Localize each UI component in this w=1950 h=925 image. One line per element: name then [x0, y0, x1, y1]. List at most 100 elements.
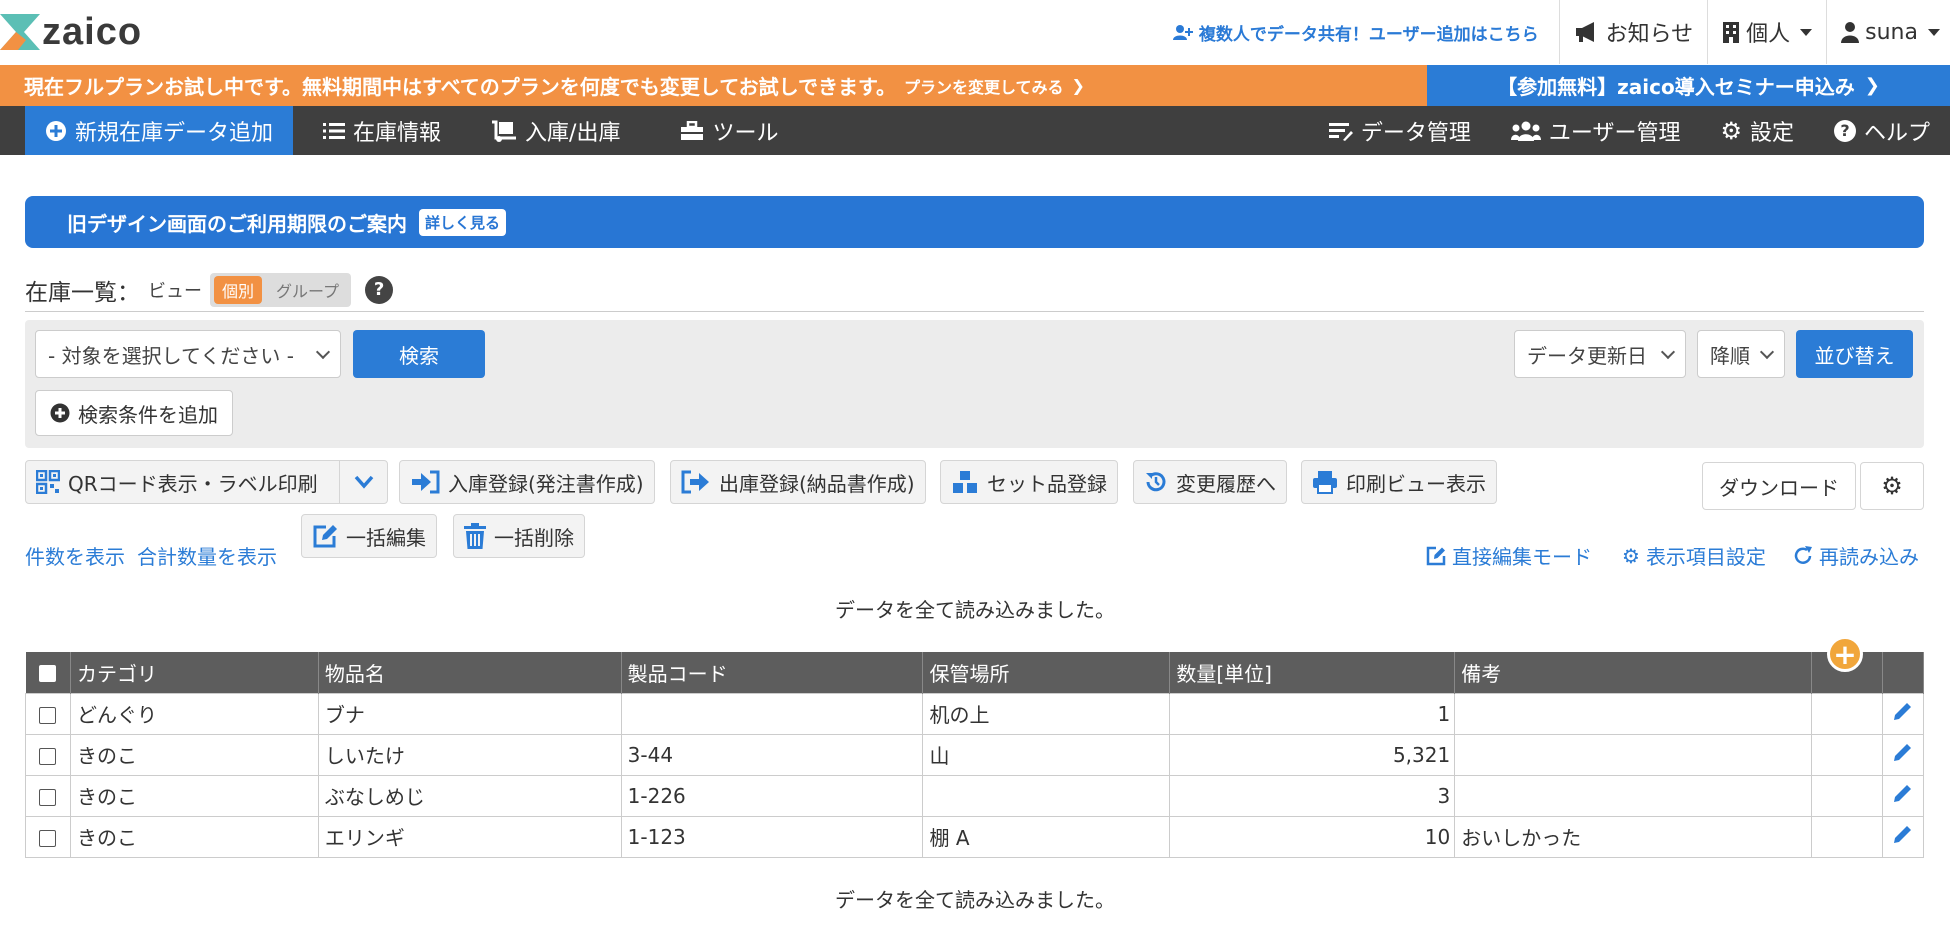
list-icon — [323, 122, 346, 139]
chevron-right-icon: ❯ — [1071, 76, 1085, 95]
view-toggle-individual[interactable]: 個別 — [214, 275, 263, 304]
bulk-delete-button[interactable]: 一括削除 — [453, 514, 585, 558]
data-edit-icon — [1328, 122, 1353, 141]
sort-field-select[interactable]: データ更新日 — [1514, 330, 1686, 378]
show-count-link[interactable]: 件数を表示 — [25, 541, 125, 570]
bulk-edit-button[interactable]: 一括編集 — [301, 514, 437, 558]
sign-in-icon — [412, 470, 440, 494]
notice-detail-button[interactable]: 詳しく見る — [419, 208, 507, 236]
search-panel: - 対象を選択してください - 検索 検索条件を追加 データ更新日 降順 並び替… — [25, 320, 1924, 448]
outbound-register-button[interactable]: 出庫登録(納品書作成) — [670, 460, 926, 504]
inventory-list-header: 在庫一覧： ビュー 個別 グループ ? — [25, 268, 1924, 312]
account-type-menu[interactable]: 個人 — [1707, 0, 1826, 64]
column-header-edit — [1882, 652, 1925, 693]
nav-inout[interactable]: 入庫/出庫 — [471, 106, 640, 155]
cell-empty — [1811, 733, 1883, 776]
history-label: 変更履歴へ — [1176, 471, 1276, 496]
direct-edit-mode-link[interactable]: 直接編集モード — [1426, 541, 1592, 570]
edit-icon — [313, 525, 337, 548]
seminar-banner[interactable]: 【参加無料】zaico導入セミナー申込み ❯ — [1427, 65, 1950, 106]
change-plan-link[interactable]: プランを変更してみる — [904, 74, 1064, 98]
row-checkbox[interactable] — [39, 829, 57, 847]
column-header[interactable]: 数量[単位] — [1169, 652, 1456, 693]
set-item-register-button[interactable]: セット品登録 — [940, 460, 1118, 504]
column-header[interactable]: カテゴリ — [70, 652, 319, 693]
table-row[interactable]: きのこ ぶなしめじ 1-226 3 — [25, 774, 1925, 817]
print-view-button[interactable]: 印刷ビュー表示 — [1301, 460, 1497, 504]
search-target-select[interactable]: - 対象を選択してください - — [35, 330, 341, 378]
add-user-icon — [1172, 25, 1193, 40]
view-label: ビュー — [148, 280, 202, 302]
column-header[interactable]: 備考 — [1454, 652, 1812, 693]
chevron-down-icon — [1759, 344, 1775, 359]
add-column-icon[interactable]: + — [1827, 636, 1863, 672]
nav-add-new[interactable]: 新規在庫データ追加 — [25, 106, 294, 155]
row-edit-button[interactable] — [1881, 733, 1925, 776]
sort-button[interactable]: 並び替え — [1796, 330, 1913, 378]
megaphone-icon — [1575, 22, 1594, 42]
add-user-link-label: 複数人でデータ共有！ユーザー追加はこちら — [1198, 24, 1539, 45]
notice-menu[interactable]: お知らせ — [1558, 0, 1708, 64]
trial-banner[interactable]: 現在フルプランお試し中です。無料期間中はすべてのプランを何度でも変更してお試しで… — [0, 65, 1427, 106]
legacy-design-notice: 旧デザイン画面のご利用期限のご案内 詳しく見る — [25, 196, 1924, 248]
row-edit-button[interactable] — [1881, 815, 1925, 858]
show-count-label: 件数を表示 — [25, 545, 125, 569]
bulk-delete-label: 一括削除 — [494, 525, 574, 550]
column-header[interactable]: 保管場所 — [922, 652, 1171, 693]
column-header[interactable]: 製品コード — [621, 652, 924, 693]
cell-quantity: 3 — [1169, 774, 1456, 817]
chevron-right-icon: ❯ — [1864, 75, 1880, 96]
qr-label-print-button[interactable]: QRコード表示・ラベル印刷 — [25, 460, 388, 504]
inventory-table: カテゴリ 物品名 製品コード 保管場所 数量[単位] 備考 どんぐり ブナ 机の… — [25, 652, 1925, 858]
table-row[interactable]: きのこ しいたけ 3-44 山 5,321 — [25, 733, 1925, 776]
show-total-label: 合計数量を表示 — [137, 545, 277, 569]
display-settings-link[interactable]: ⚙ 表示項目設定 — [1622, 541, 1766, 570]
table-header-row: カテゴリ 物品名 製品コード 保管場所 数量[単位] 備考 — [25, 652, 1925, 693]
row-checkbox[interactable] — [39, 706, 57, 724]
qr-dropdown-toggle[interactable] — [339, 461, 387, 503]
user-menu[interactable]: suna — [1826, 0, 1950, 64]
table-row[interactable]: きのこ エリンギ 1-123 棚 A 10 おいしかった — [25, 815, 1925, 858]
gear-icon: ⚙ — [1881, 472, 1903, 500]
cell-location: 山 — [922, 733, 1171, 776]
zaico-logo[interactable]: zaico — [0, 10, 142, 54]
row-checkbox[interactable] — [39, 788, 57, 806]
table-row[interactable]: どんぐり ブナ 机の上 1 — [25, 692, 1925, 735]
add-condition-label: 検索条件を追加 — [78, 402, 218, 427]
seminar-text: 【参加無料】zaico導入セミナー申込み — [1497, 75, 1855, 99]
qrcode-icon — [36, 470, 60, 494]
display-settings-label: 表示項目設定 — [1645, 545, 1766, 569]
row-edit-button[interactable] — [1881, 692, 1925, 735]
row-checkbox[interactable] — [39, 747, 57, 765]
top-header: zaico 複数人でデータ共有！ユーザー追加はこちら お知らせ 個人 suna — [0, 0, 1950, 64]
inbound-register-button[interactable]: 入庫登録(発注書作成) — [399, 460, 655, 504]
nav-help[interactable]: ? ヘルプ — [1814, 106, 1950, 155]
column-header[interactable]: 物品名 — [318, 652, 622, 693]
view-toggle-group[interactable]: グループ — [268, 276, 347, 304]
download-button[interactable]: ダウンロード — [1702, 462, 1856, 510]
chevron-down-icon — [1928, 28, 1940, 36]
history-button[interactable]: 変更履歴へ — [1133, 460, 1287, 504]
nav-settings[interactable]: ⚙ 設定 — [1700, 106, 1814, 155]
cell-category: きのこ — [69, 774, 319, 817]
download-label: ダウンロード — [1719, 475, 1839, 500]
add-condition-button[interactable]: 検索条件を追加 — [35, 390, 233, 436]
nav-data-management[interactable]: データ管理 — [1309, 106, 1491, 155]
select-all-checkbox[interactable] — [39, 665, 57, 683]
plus-circle-icon — [46, 120, 66, 141]
help-icon[interactable]: ? — [365, 275, 394, 304]
search-button[interactable]: 検索 — [353, 330, 485, 378]
row-edit-button[interactable] — [1881, 774, 1925, 817]
add-user-link[interactable]: 複数人でデータ共有！ユーザー追加はこちら — [1172, 20, 1559, 45]
cell-category: きのこ — [69, 815, 319, 858]
show-total-link[interactable]: 合計数量を表示 — [137, 541, 277, 570]
sort-order-select[interactable]: 降順 — [1697, 330, 1785, 378]
nav-inventory[interactable]: 在庫情報 — [303, 106, 461, 155]
history-icon — [1146, 472, 1166, 492]
nav-user-management[interactable]: ユーザー管理 — [1491, 106, 1701, 155]
nav-tools[interactable]: ツール — [660, 106, 798, 155]
loaded-message-bottom: データを全て読み込みました。 — [835, 888, 1115, 912]
promo-banner: 現在フルプランお試し中です。無料期間中はすべてのプランを何度でも変更してお試しで… — [0, 65, 1950, 106]
reload-link[interactable]: 再読み込み — [1793, 541, 1919, 570]
download-settings-button[interactable]: ⚙ — [1860, 462, 1924, 510]
